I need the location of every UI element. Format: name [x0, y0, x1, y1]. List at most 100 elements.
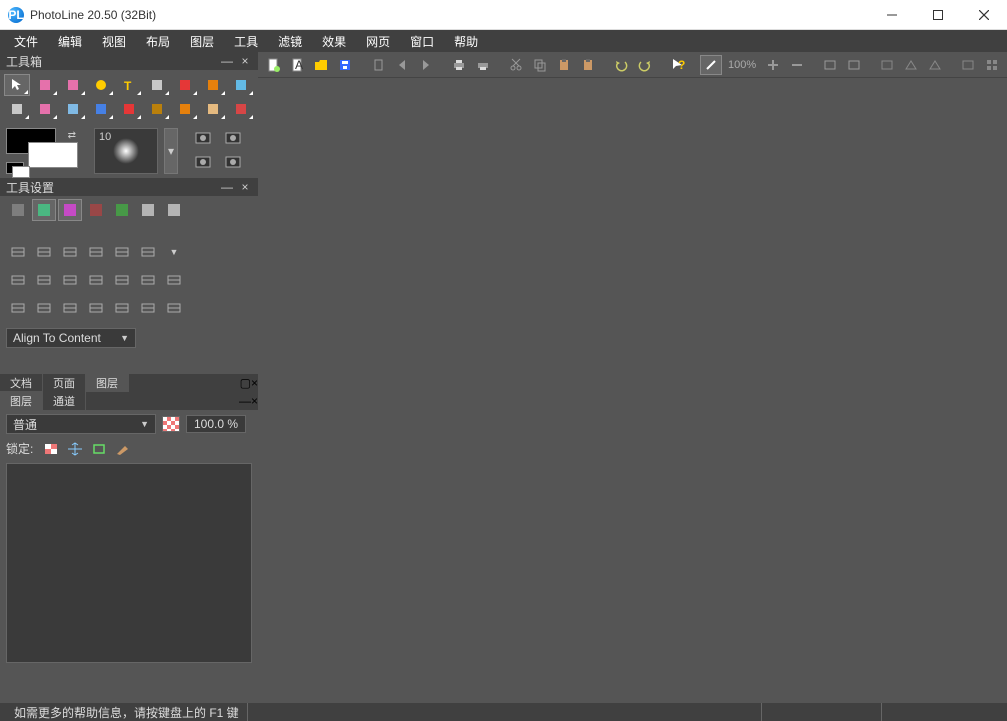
eraser-icon[interactable] [228, 74, 254, 96]
prev-icon[interactable] [391, 55, 413, 75]
menu-图层[interactable]: 图层 [180, 31, 224, 52]
lasso-icon[interactable] [32, 74, 58, 96]
blend-mode-dropdown[interactable]: 普通 ▼ [6, 414, 156, 434]
align-hcenter-icon[interactable] [32, 241, 56, 263]
align-vcenter-icon[interactable] [110, 241, 134, 263]
dist-2-icon[interactable] [32, 269, 56, 291]
panel-minimize-icon[interactable]: — [220, 54, 234, 68]
opt4-icon[interactable] [84, 199, 108, 221]
move-icon[interactable] [4, 98, 30, 120]
transparency-toggle-icon[interactable] [162, 416, 180, 432]
dist-5-icon[interactable] [110, 269, 134, 291]
new-text-icon[interactable]: A [286, 55, 308, 75]
crop-icon[interactable] [144, 74, 170, 96]
circle-fill-icon[interactable] [88, 74, 114, 96]
win2-icon[interactable] [981, 55, 1003, 75]
fx2-icon[interactable] [900, 55, 922, 75]
save-icon[interactable] [334, 55, 356, 75]
space-4-icon[interactable] [84, 297, 108, 319]
opt2-icon[interactable] [32, 199, 56, 221]
page-icon[interactable] [367, 55, 389, 75]
zoom-label[interactable]: 100% [724, 59, 760, 71]
open-icon[interactable] [310, 55, 332, 75]
align-left-icon[interactable] [6, 241, 30, 263]
brush-dropdown-icon[interactable]: ▾ [164, 128, 178, 174]
panel-minimize-icon[interactable]: — [239, 394, 251, 408]
tab-页面[interactable]: 页面 [43, 373, 86, 393]
print-icon[interactable] [448, 55, 470, 75]
mask2-icon[interactable] [220, 128, 246, 148]
mask4-icon[interactable] [220, 152, 246, 172]
menu-布局[interactable]: 布局 [136, 31, 180, 52]
img2-icon[interactable] [843, 55, 865, 75]
zoom-in-icon[interactable] [762, 55, 784, 75]
hand-icon[interactable] [200, 98, 226, 120]
align-mode-dropdown[interactable]: Align To Content ▼ [6, 328, 136, 348]
copy-icon[interactable] [529, 55, 551, 75]
lock-move-icon[interactable] [67, 442, 83, 456]
panel-close-icon[interactable]: × [238, 54, 252, 68]
close-button[interactable] [961, 0, 1007, 30]
panel-restore-icon[interactable]: ▢ [240, 376, 251, 390]
minimize-button[interactable] [869, 0, 915, 30]
panel-minimize-icon[interactable]: — [220, 180, 234, 194]
paste-icon[interactable] [553, 55, 575, 75]
lock-transparency-icon[interactable] [43, 442, 59, 456]
smudge-icon[interactable] [172, 98, 198, 120]
cut-icon[interactable] [505, 55, 527, 75]
lock-edit-icon[interactable] [91, 442, 107, 456]
maximize-button[interactable] [915, 0, 961, 30]
dist-1-icon[interactable] [6, 269, 30, 291]
paste2-icon[interactable] [577, 55, 599, 75]
menu-编辑[interactable]: 编辑 [48, 31, 92, 52]
mask3-icon[interactable] [190, 152, 216, 172]
dist-7-icon[interactable] [162, 269, 186, 291]
preview-icon[interactable] [472, 55, 494, 75]
space-3-icon[interactable] [58, 297, 82, 319]
layer-list[interactable] [6, 463, 252, 663]
opt3-icon[interactable] [58, 199, 82, 221]
panel-close-icon[interactable]: × [251, 376, 258, 390]
opt5-icon[interactable] [110, 199, 134, 221]
color-swatches[interactable]: ⇄ [6, 128, 88, 174]
fx3-icon[interactable] [924, 55, 946, 75]
img1-icon[interactable] [819, 55, 841, 75]
new-doc-icon[interactable] [262, 55, 284, 75]
space-7-icon[interactable] [162, 297, 186, 319]
opacity-input[interactable]: 100.0 % [186, 415, 246, 433]
lock-all-icon[interactable] [115, 442, 131, 456]
menu-工具[interactable]: 工具 [224, 31, 268, 52]
redo-icon[interactable] [634, 55, 656, 75]
undo-icon[interactable] [610, 55, 632, 75]
text-icon[interactable]: T [116, 74, 142, 96]
bucket-icon[interactable] [116, 98, 142, 120]
menu-效果[interactable]: 效果 [312, 31, 356, 52]
tab-图层[interactable]: 图层 [86, 373, 129, 393]
menu-文件[interactable]: 文件 [4, 31, 48, 52]
space-1-icon[interactable] [6, 297, 30, 319]
menu-视图[interactable]: 视图 [92, 31, 136, 52]
menu-窗口[interactable]: 窗口 [400, 31, 444, 52]
eyedropper-icon[interactable] [60, 98, 86, 120]
color-mgmt-icon[interactable] [700, 55, 722, 75]
dist-3-icon[interactable] [58, 269, 82, 291]
dist-6-icon[interactable] [136, 269, 160, 291]
opt1-icon[interactable] [6, 199, 30, 221]
space-6-icon[interactable] [136, 297, 160, 319]
panel-close-icon[interactable]: × [251, 394, 258, 408]
pencil-icon[interactable] [200, 74, 226, 96]
background-color[interactable] [28, 142, 78, 168]
marquee-icon[interactable] [60, 74, 86, 96]
help-icon[interactable]: ? [667, 55, 689, 75]
win1-icon[interactable] [957, 55, 979, 75]
cursor-icon[interactable] [4, 74, 30, 96]
brush-icon[interactable] [172, 74, 198, 96]
chevron-down-icon[interactable]: ▼ [162, 241, 186, 263]
next-icon[interactable] [415, 55, 437, 75]
heal-icon[interactable] [228, 98, 254, 120]
menu-滤镜[interactable]: 滤镜 [268, 31, 312, 52]
align-right-icon[interactable] [58, 241, 82, 263]
menu-帮助[interactable]: 帮助 [444, 31, 488, 52]
space-2-icon[interactable] [32, 297, 56, 319]
panel-close-icon[interactable]: × [238, 180, 252, 194]
